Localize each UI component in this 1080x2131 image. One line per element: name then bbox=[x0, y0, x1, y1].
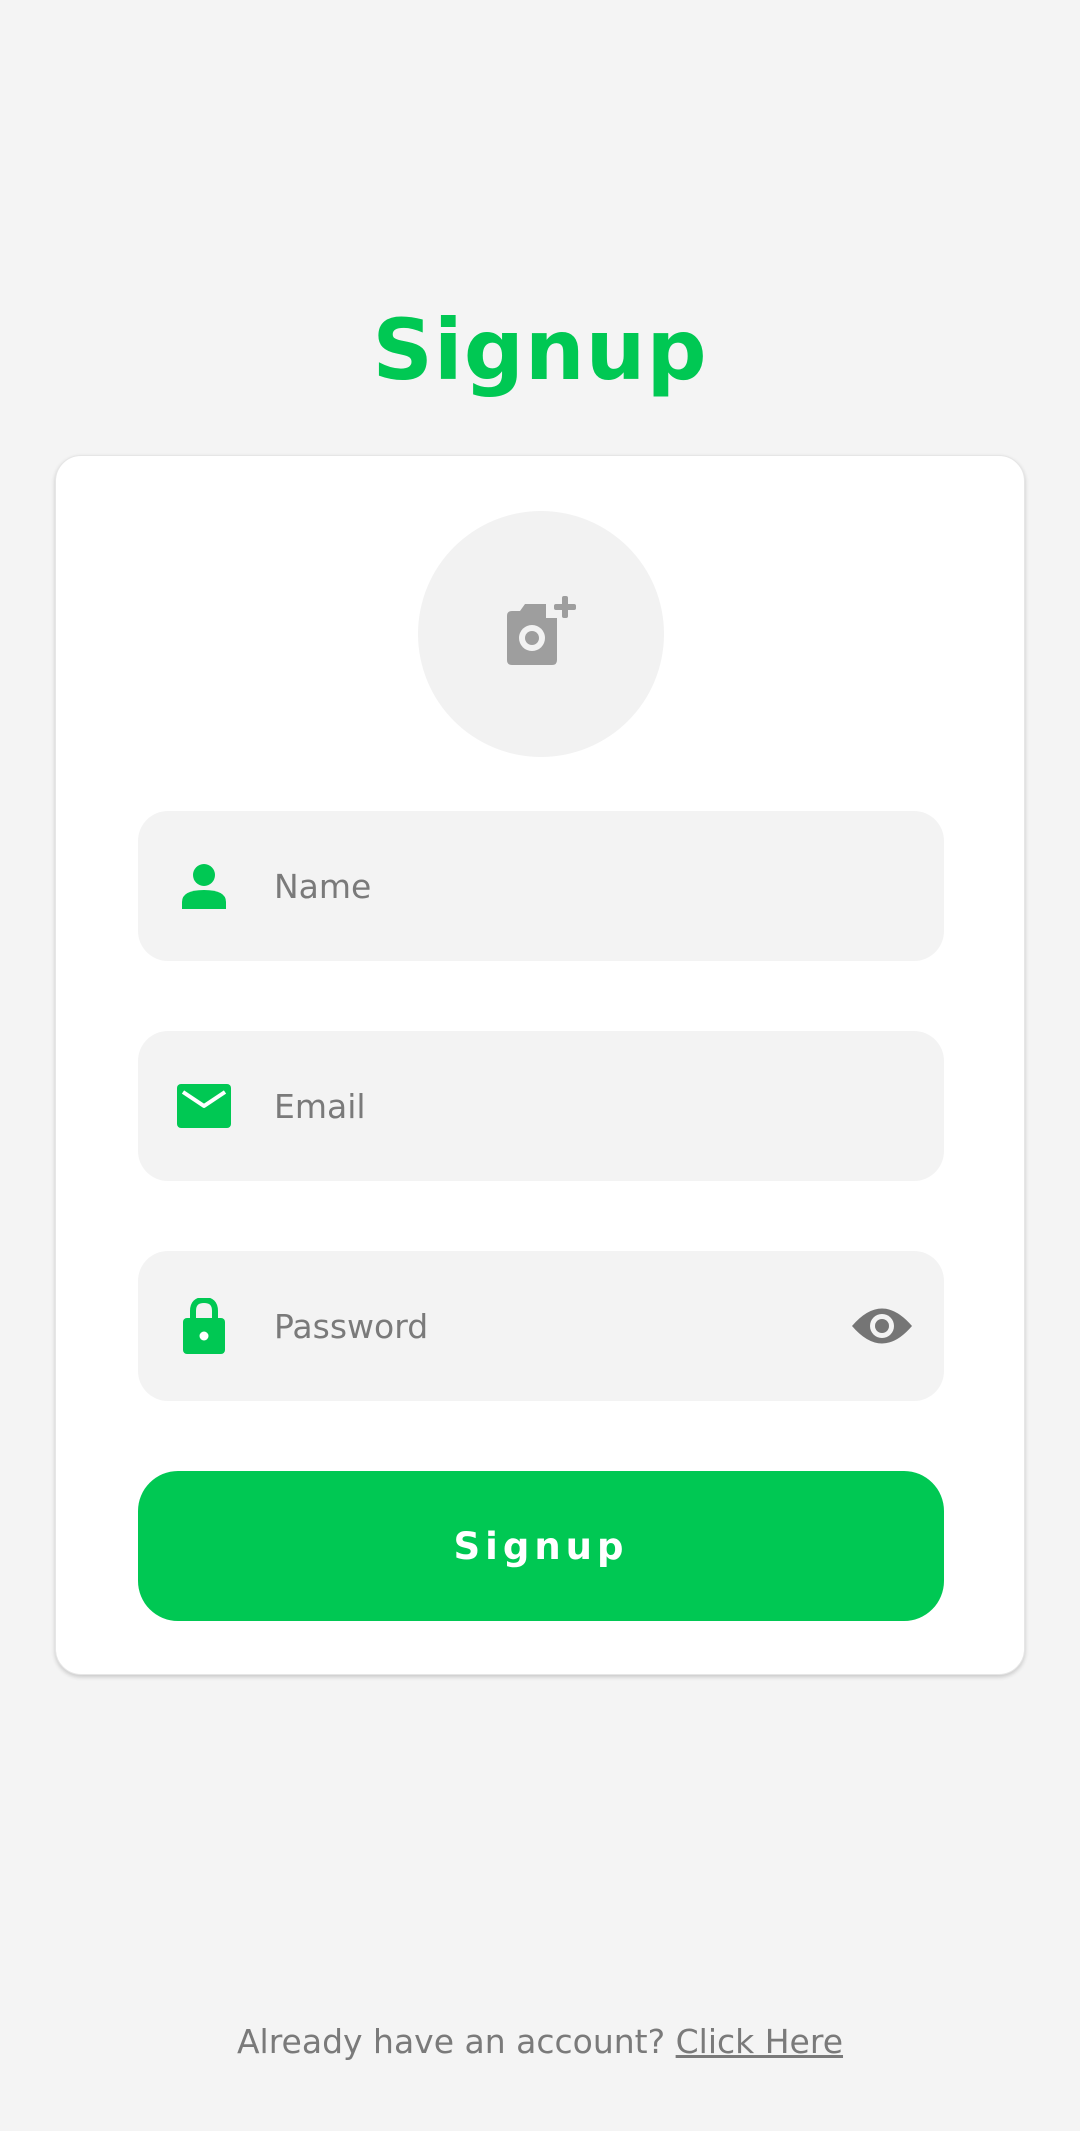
email-input[interactable] bbox=[274, 1031, 794, 1181]
name-input[interactable] bbox=[274, 811, 794, 961]
password-input[interactable] bbox=[274, 1251, 794, 1401]
eye-icon[interactable] bbox=[850, 1294, 914, 1358]
mail-icon bbox=[176, 1078, 232, 1134]
signup-button[interactable]: Signup bbox=[138, 1471, 944, 1621]
add-photo-camera-icon bbox=[501, 596, 581, 672]
login-prompt-text: Already have an account? bbox=[236, 2022, 666, 2061]
login-link[interactable]: Click Here bbox=[676, 2022, 843, 2061]
name-field bbox=[138, 811, 944, 961]
person-icon bbox=[176, 858, 232, 914]
lock-icon bbox=[176, 1298, 232, 1354]
password-field bbox=[138, 1251, 944, 1401]
profile-photo-picker[interactable] bbox=[418, 511, 664, 757]
login-prompt: Already have an account? Click Here bbox=[0, 2018, 1080, 2066]
page-title: Signup bbox=[372, 301, 708, 399]
signup-card: Signup bbox=[55, 455, 1025, 1675]
email-field bbox=[138, 1031, 944, 1181]
